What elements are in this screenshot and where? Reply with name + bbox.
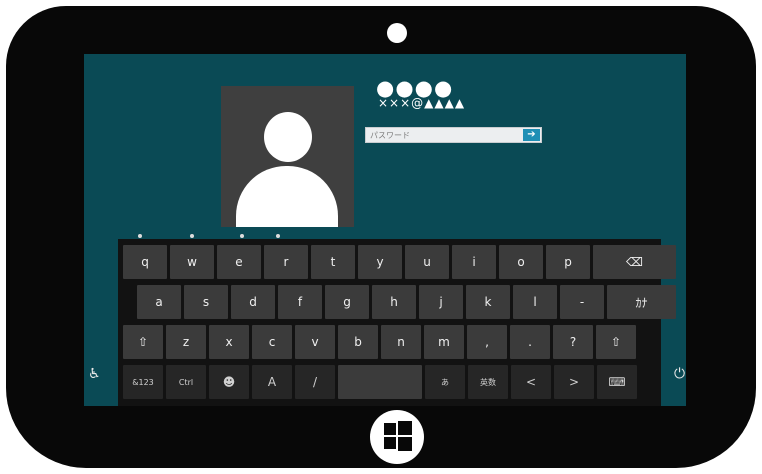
password-input[interactable]: [366, 128, 521, 142]
key-z[interactable]: z: [166, 325, 206, 359]
key-s[interactable]: s: [184, 285, 228, 319]
right-arrow-key-icon[interactable]: >: [554, 365, 594, 399]
kana-key[interactable]: ｶﾅ: [607, 285, 676, 319]
key-c[interactable]: c: [252, 325, 292, 359]
windows-logo-pane-br: [398, 437, 412, 451]
keyboard-settings-icon[interactable]: ⌨: [597, 365, 637, 399]
key-question[interactable]: ?: [553, 325, 593, 359]
keyboard-row-2: a s d f g h j k l - ｶﾅ: [137, 285, 676, 319]
slash-key[interactable]: /: [295, 365, 335, 399]
ctrl-key[interactable]: Ctrl: [166, 365, 206, 399]
keyboard-row-4: &123 Ctrl ☻ A / あ 英数 < > ⌨: [123, 365, 637, 399]
keyboard-row-1: q w e r t y u i o p ⌫: [123, 245, 676, 279]
power-icon[interactable]: ⏻: [674, 366, 685, 382]
key-y[interactable]: y: [358, 245, 402, 279]
key-q[interactable]: q: [123, 245, 167, 279]
alphanumeric-key[interactable]: 英数: [468, 365, 508, 399]
key-k[interactable]: k: [466, 285, 510, 319]
login-screen: ●●●● ×××@▲▲▲▲ ➔ q w e r t y u i o p ⌫ a …: [84, 54, 686, 406]
hiragana-key[interactable]: あ: [425, 365, 465, 399]
key-w[interactable]: w: [170, 245, 214, 279]
left-arrow-key-icon[interactable]: <: [511, 365, 551, 399]
key-j[interactable]: j: [419, 285, 463, 319]
submit-arrow-icon[interactable]: ➔: [523, 129, 540, 141]
key-e[interactable]: e: [217, 245, 261, 279]
shift-left-key-icon[interactable]: ⇧: [123, 325, 163, 359]
key-m[interactable]: m: [424, 325, 464, 359]
key-o[interactable]: o: [499, 245, 543, 279]
symbols-key[interactable]: &123: [123, 365, 163, 399]
windows-logo-pane-tl: [384, 423, 396, 435]
font-key[interactable]: A: [252, 365, 292, 399]
key-v[interactable]: v: [295, 325, 335, 359]
key-i[interactable]: i: [452, 245, 496, 279]
user-avatar: [221, 86, 354, 227]
key-f[interactable]: f: [278, 285, 322, 319]
avatar-head: [264, 112, 312, 162]
key-n[interactable]: n: [381, 325, 421, 359]
space-key[interactable]: [338, 365, 422, 399]
password-field[interactable]: ➔: [365, 127, 542, 143]
key-t[interactable]: t: [311, 245, 355, 279]
key-r[interactable]: r: [264, 245, 308, 279]
key-comma[interactable]: ,: [467, 325, 507, 359]
key-p[interactable]: p: [546, 245, 590, 279]
backspace-key-icon[interactable]: ⌫: [593, 245, 676, 279]
emoji-key-icon[interactable]: ☻: [209, 365, 249, 399]
camera-dot: [387, 23, 407, 43]
key-period[interactable]: .: [510, 325, 550, 359]
key-l[interactable]: l: [513, 285, 557, 319]
keyboard-row-3: ⇧ z x c v b n m , . ? ⇧: [123, 325, 636, 359]
key-hyphen[interactable]: -: [560, 285, 604, 319]
shift-right-key-icon[interactable]: ⇧: [596, 325, 636, 359]
key-b[interactable]: b: [338, 325, 378, 359]
key-a[interactable]: a: [137, 285, 181, 319]
windows-logo-pane-tr: [398, 421, 412, 435]
key-x[interactable]: x: [209, 325, 249, 359]
key-g[interactable]: g: [325, 285, 369, 319]
key-d[interactable]: d: [231, 285, 275, 319]
accessibility-icon[interactable]: ♿: [88, 366, 101, 382]
windows-logo-pane-bl: [384, 437, 396, 449]
windows-home-button[interactable]: [370, 410, 424, 464]
email-label: ×××@▲▲▲▲: [378, 96, 466, 110]
touch-keyboard: q w e r t y u i o p ⌫ a s d f g h j k l …: [118, 239, 676, 406]
avatar-body: [236, 166, 338, 227]
key-u[interactable]: u: [405, 245, 449, 279]
key-h[interactable]: h: [372, 285, 416, 319]
